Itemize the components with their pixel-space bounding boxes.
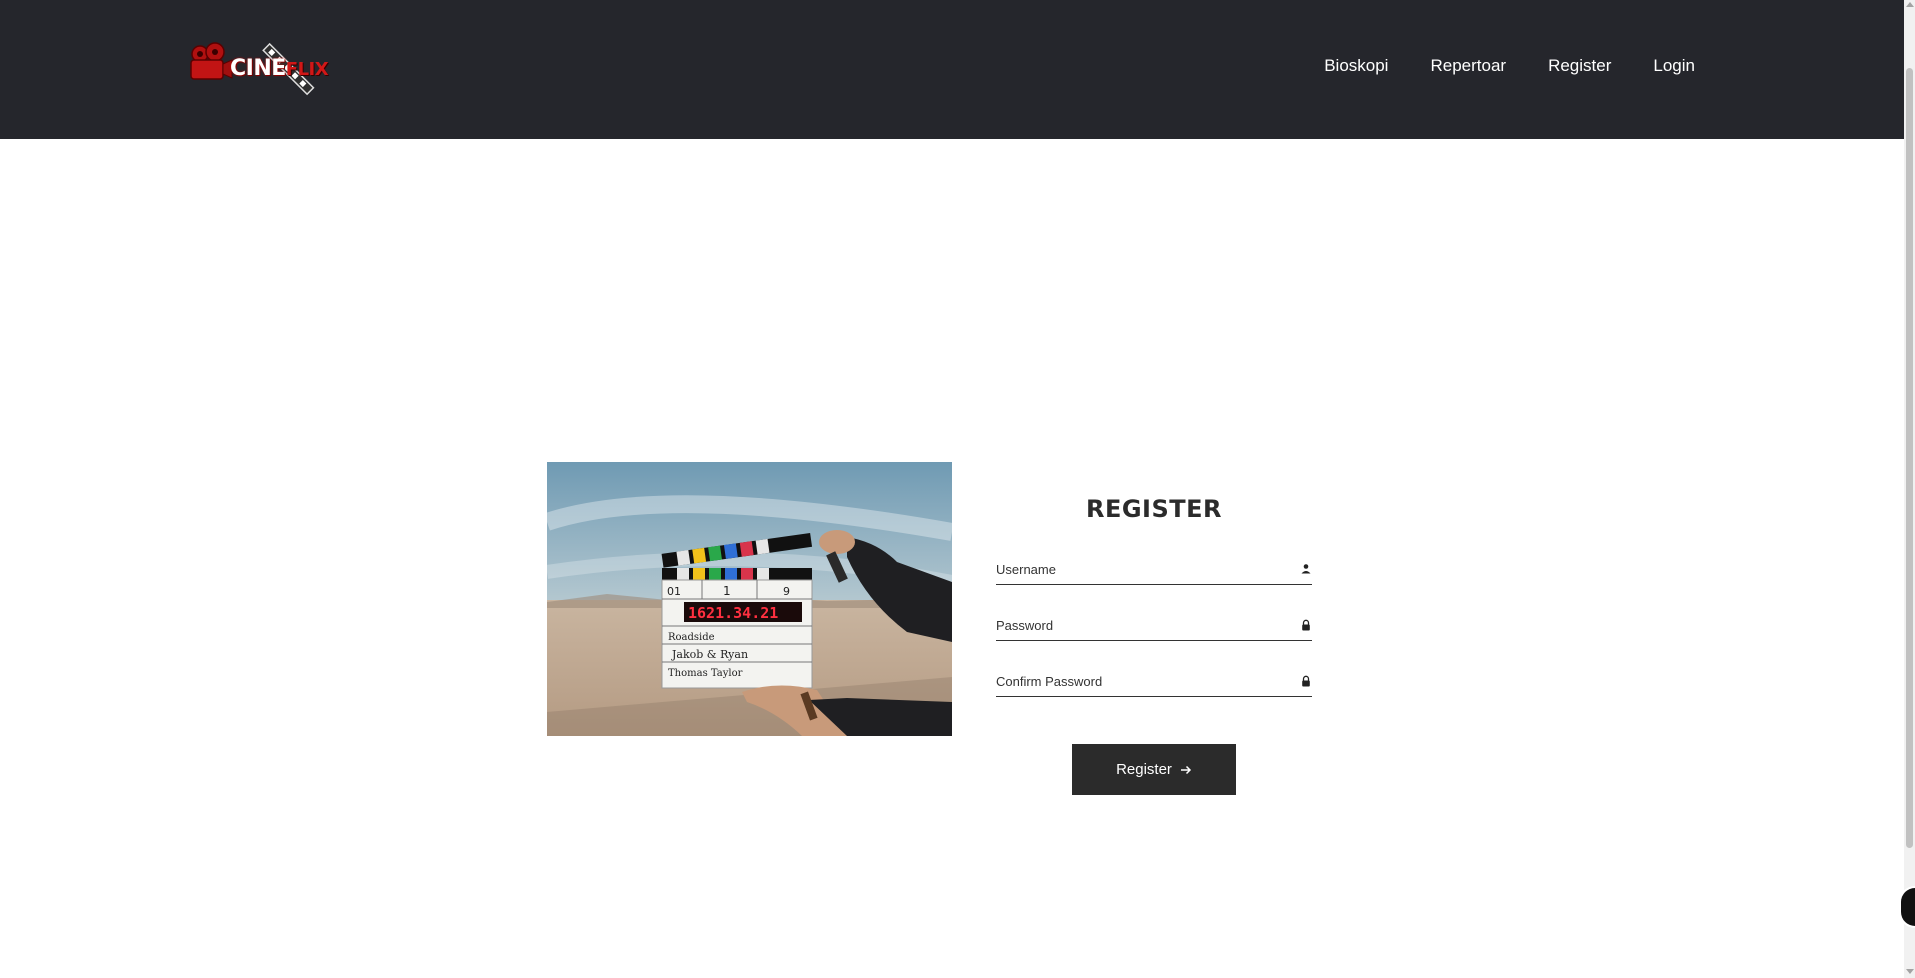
user-icon [1301,564,1311,574]
confirm-password-input[interactable] [996,667,1286,695]
password-input[interactable] [996,611,1286,639]
logo-text: CINEFLIX [230,56,329,81]
clapperboard-photo: 01 1 9 1621.34.21 Roadside Jakob & Ryan … [547,462,952,736]
form-title: REGISTER [1085,495,1223,523]
nav-link-repertoar[interactable]: Repertoar [1430,56,1506,76]
floating-action-button[interactable] [1899,886,1915,928]
username-field [996,555,1312,585]
logo-text-flix: FLIX [285,59,329,80]
nav-link-bioskopi[interactable]: Bioskopi [1324,56,1388,76]
slate-director: Jakob & Ryan [671,648,748,661]
top-navbar: CINEFLIX Bioskopi Repertoar Register Log… [0,0,1904,139]
arrow-right-icon [1180,765,1191,774]
cineflix-logo[interactable]: CINEFLIX [188,40,338,96]
nav-link-login[interactable]: Login [1653,56,1695,76]
scroll-up-arrow-icon[interactable] [1906,2,1914,7]
scroll-thumb[interactable] [1906,68,1913,848]
slate-scene: 1 [723,584,731,598]
slate-camera: Thomas Taylor [668,668,743,679]
main-nav: Bioskopi Repertoar Register Login [1282,56,1695,76]
slate-roll: 01 [667,585,681,598]
slate-timecode: 1621.34.21 [688,604,778,622]
slate-take: 9 [783,585,790,598]
slate-production: Roadside [668,632,715,643]
nav-link-register[interactable]: Register [1548,56,1611,76]
lock-icon [1302,619,1310,631]
logo-text-cine: CINE [230,56,286,81]
page-scrollbar[interactable] [1904,0,1915,978]
confirm-password-field [996,667,1312,697]
scroll-down-arrow-icon[interactable] [1906,969,1914,974]
register-button-label: Register [1116,761,1172,778]
lock-icon [1302,675,1310,687]
register-button[interactable]: Register [1072,744,1236,795]
form-fields [996,555,1312,697]
username-input[interactable] [996,555,1286,583]
clapperboard-image: 01 1 9 1621.34.21 Roadside Jakob & Ryan … [547,462,952,736]
register-form: REGISTER Username Register [996,495,1312,795]
page: CINEFLIX Bioskopi Repertoar Register Log… [0,0,1915,978]
password-field [996,611,1312,641]
